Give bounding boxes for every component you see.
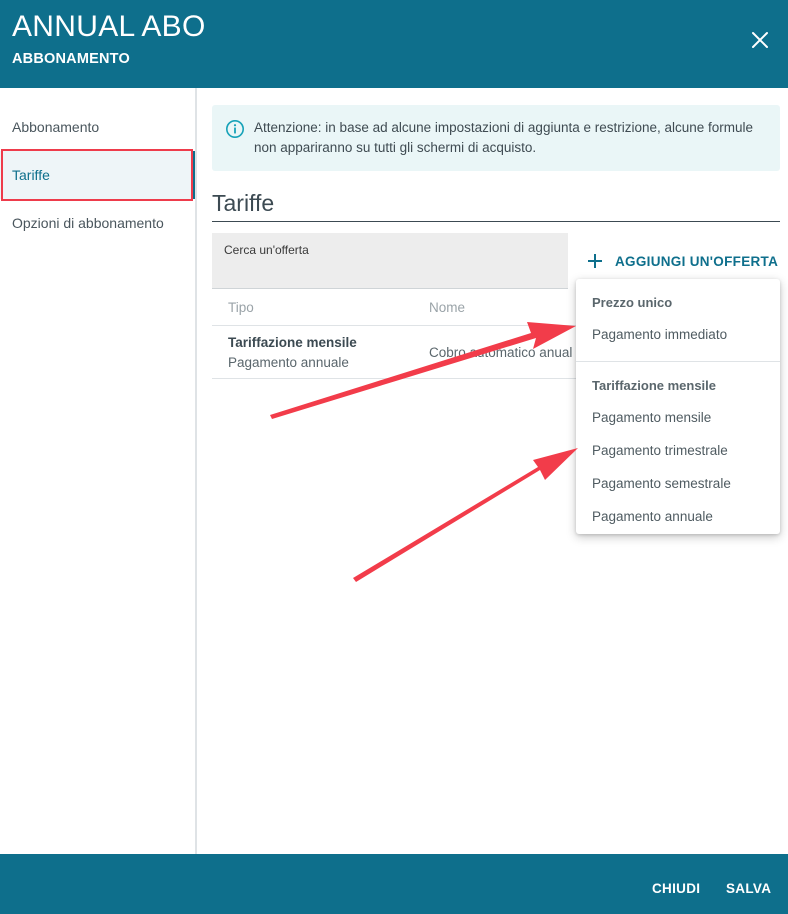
info-text: Attenzione: in base ad alcune impostazio… [254, 120, 754, 155]
column-header-tipo[interactable]: Tipo [228, 300, 254, 315]
sidebar: Abbonamento Tariffe Opzioni di abbonamen… [0, 88, 197, 854]
dialog-footer: CHIUDI SALVA [0, 854, 788, 914]
info-banner: Attenzione: in base ad alcune impostazio… [212, 105, 780, 171]
section-divider [212, 221, 780, 222]
close-icon[interactable] [748, 28, 772, 52]
add-offer-dropdown-menu: Prezzo unico Pagamento immediato Tariffa… [576, 279, 780, 534]
dialog-header: ANNUAL ABO ABBONAMENTO [0, 0, 788, 88]
dropdown-group-title: Tariffazione mensile [592, 378, 717, 393]
dropdown-divider [576, 361, 780, 362]
menu-item-pagamento-mensile[interactable]: Pagamento mensile [576, 401, 780, 434]
menu-item-pagamento-semestrale[interactable]: Pagamento semestrale [576, 467, 780, 500]
menu-item-pagamento-immediato[interactable]: Pagamento immediato [576, 318, 780, 351]
search-offer-label: Cerca un'offerta [224, 243, 309, 257]
section-title: Tariffe [212, 190, 275, 216]
row-name: Cobro automatico anual [429, 345, 573, 360]
menu-item-pagamento-trimestrale[interactable]: Pagamento trimestrale [576, 434, 780, 467]
row-type: Tariffazione mensile [228, 335, 357, 350]
add-offer-label: AGGIUNGI UN'OFFERTA [615, 253, 779, 269]
plus-icon [588, 254, 602, 268]
dialog-title: ANNUAL ABO [12, 10, 206, 43]
info-icon [225, 119, 245, 139]
column-header-nome[interactable]: Nome [429, 300, 465, 315]
save-button[interactable]: SALVA [726, 881, 771, 896]
sidebar-item-tariffe[interactable]: Tariffe [0, 151, 195, 199]
sidebar-item-opzioni[interactable]: Opzioni di abbonamento [0, 199, 195, 247]
add-offer-button[interactable]: AGGIUNGI UN'OFFERTA [585, 248, 778, 274]
menu-item-pagamento-annuale[interactable]: Pagamento annuale [576, 500, 780, 533]
search-offer-input[interactable]: Cerca un'offerta [212, 233, 568, 289]
close-button[interactable]: CHIUDI [652, 881, 700, 896]
dropdown-group-title: Prezzo unico [592, 295, 673, 310]
dialog-subtitle: ABBONAMENTO [12, 51, 130, 67]
sidebar-item-abbonamento[interactable]: Abbonamento [0, 103, 195, 151]
row-subtype: Pagamento annuale [228, 355, 349, 370]
